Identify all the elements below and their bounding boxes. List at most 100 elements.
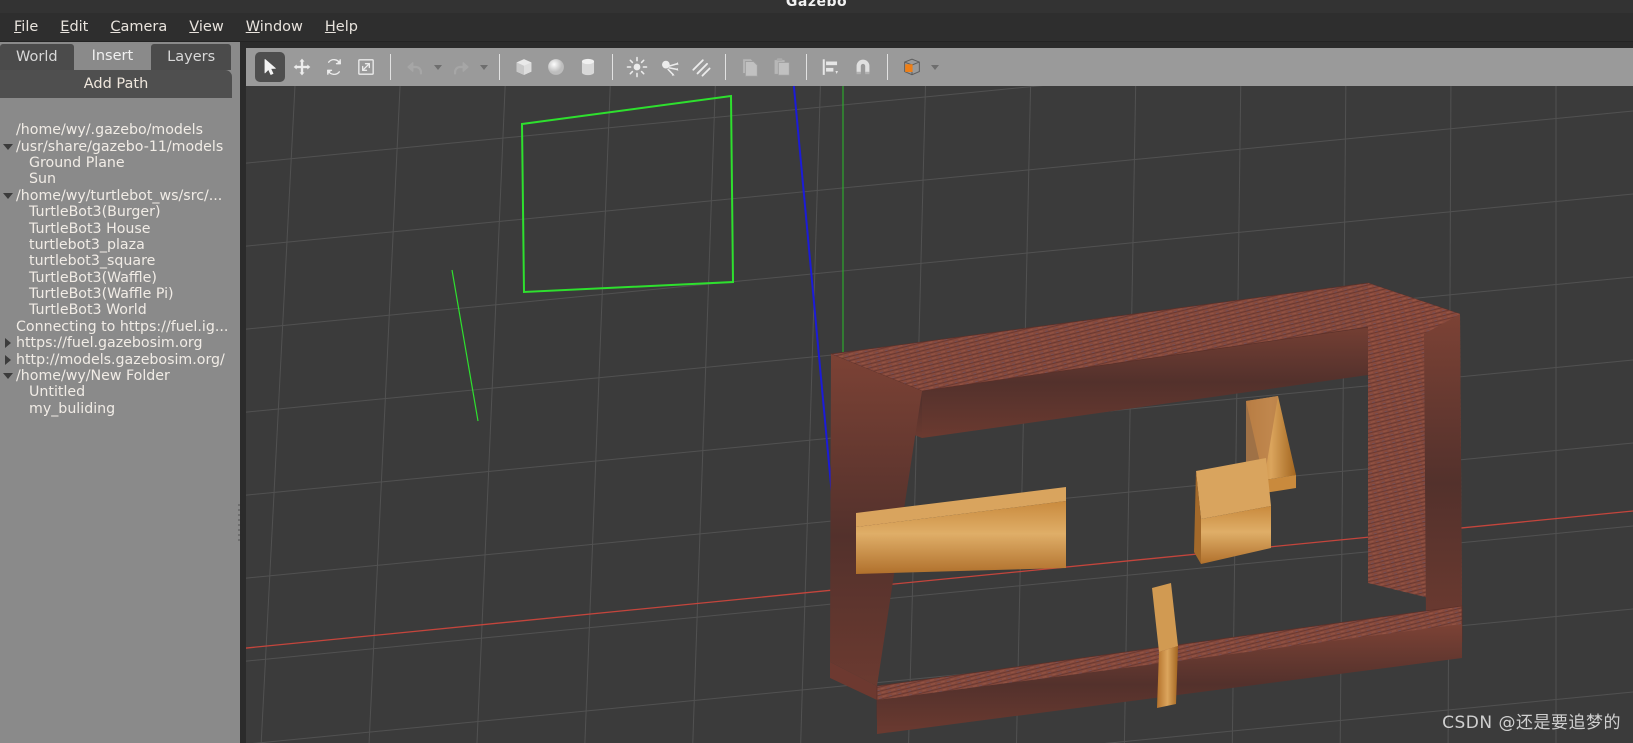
menu-item-label-rest: elp bbox=[335, 19, 358, 35]
chevron-down-glyph bbox=[3, 143, 13, 150]
menu-bar: File Edit Camera View Window Help bbox=[0, 13, 1633, 42]
tree-item-label: turtlebot3_square bbox=[29, 253, 156, 270]
directional-light-button[interactable] bbox=[686, 52, 716, 82]
chevron-down-icon[interactable] bbox=[0, 143, 16, 150]
menu-item-file[interactable]: File bbox=[3, 16, 49, 38]
tree-item[interactable]: TurtleBot3(Burger) bbox=[0, 204, 234, 220]
menu-mnemonic: W bbox=[245, 19, 260, 35]
model-tree[interactable]: /home/wy/.gazebo/models/usr/share/gazebo… bbox=[0, 104, 234, 743]
chevron-right-icon[interactable] bbox=[0, 354, 16, 365]
menu-mnemonic: V bbox=[189, 19, 199, 35]
undo-button[interactable] bbox=[400, 52, 430, 82]
caret-glyph bbox=[931, 64, 939, 70]
tree-item-label: Connecting to https://fuel.ig... bbox=[16, 318, 229, 335]
align-button[interactable] bbox=[816, 52, 846, 82]
tree-item[interactable]: turtlebot3_plaza bbox=[0, 237, 234, 253]
chevron-down-icon[interactable] bbox=[0, 373, 16, 380]
interior-partition-right-lower bbox=[1194, 458, 1271, 564]
toolbar-separator bbox=[887, 54, 888, 80]
tree-item-label: Untitled bbox=[29, 384, 86, 401]
menu-item-window[interactable]: Window bbox=[235, 16, 314, 38]
menu-item-camera[interactable]: Camera bbox=[99, 16, 178, 38]
tree-item[interactable]: /usr/share/gazebo-11/models bbox=[0, 138, 234, 155]
undo-icon bbox=[404, 56, 426, 78]
panel-tab-bar: World Insert Layers bbox=[0, 42, 234, 70]
directional-light-icon bbox=[690, 56, 712, 78]
tree-item[interactable]: TurtleBot3(Waffle Pi) bbox=[0, 286, 234, 302]
tree-item[interactable]: TurtleBot3 House bbox=[0, 220, 234, 237]
tree-item-label: my_buliding bbox=[29, 400, 116, 417]
menu-mnemonic: H bbox=[324, 19, 336, 35]
translate-move-button[interactable] bbox=[287, 52, 317, 82]
scene-render bbox=[246, 86, 1633, 743]
select-arrow-button[interactable] bbox=[255, 52, 285, 82]
tree-item[interactable]: Ground Plane bbox=[0, 155, 234, 171]
cylinder-shape-icon bbox=[577, 56, 599, 78]
tree-item-label: Ground Plane bbox=[29, 154, 125, 171]
menu-item-help[interactable]: Help bbox=[314, 16, 369, 38]
view-dropdown-caret[interactable] bbox=[928, 52, 942, 82]
menu-mnemonic: C bbox=[110, 19, 121, 35]
rotate-button[interactable] bbox=[319, 52, 349, 82]
tree-item[interactable]: http://models.gazebosim.org/ bbox=[0, 351, 234, 368]
point-light-button[interactable] bbox=[622, 52, 652, 82]
tree-item-label: TurtleBot3 World bbox=[29, 302, 147, 319]
tree-item[interactable]: turtlebot3_square bbox=[0, 253, 234, 269]
chevron-right-glyph bbox=[5, 354, 11, 365]
box-shape-button[interactable] bbox=[509, 52, 539, 82]
tree-item[interactable]: https://fuel.gazebosim.org bbox=[0, 335, 234, 351]
tree-item[interactable]: TurtleBot3 World bbox=[0, 302, 234, 318]
sphere-shape-button[interactable] bbox=[541, 52, 571, 82]
window-title-bar: Gazebo bbox=[0, 0, 1633, 13]
tree-item[interactable]: TurtleBot3(Waffle) bbox=[0, 270, 234, 286]
snap-magnet-button[interactable] bbox=[848, 52, 878, 82]
tree-item-label: /home/wy/.gazebo/models bbox=[16, 122, 203, 139]
menu-item-label-rest: indow bbox=[259, 19, 303, 35]
tab-world[interactable]: World bbox=[0, 44, 74, 70]
tree-item[interactable]: /home/wy/New Folder bbox=[0, 368, 234, 384]
scale-button[interactable] bbox=[351, 52, 381, 82]
tree-item-label: TurtleBot3(Waffle) bbox=[29, 269, 157, 286]
view-material-cube-button[interactable] bbox=[897, 52, 927, 82]
copy-icon bbox=[739, 56, 761, 78]
gazebo-window: Gazebo File Edit Camera View Window Help Worl… bbox=[0, 0, 1633, 743]
tree-item-label: /home/wy/New Folder bbox=[16, 368, 170, 385]
chevron-right-icon[interactable] bbox=[0, 338, 16, 349]
copy-button[interactable] bbox=[735, 52, 765, 82]
tree-item-label: TurtleBot3 House bbox=[29, 220, 151, 237]
redo-icon bbox=[450, 56, 472, 78]
point-light-icon bbox=[626, 56, 648, 78]
tree-item-label: Sun bbox=[29, 171, 56, 188]
menu-item-view[interactable]: View bbox=[178, 16, 234, 38]
scale-icon bbox=[356, 57, 376, 77]
cylinder-shape-button[interactable] bbox=[573, 52, 603, 82]
tree-item[interactable]: my_buliding bbox=[0, 401, 234, 417]
redo-dropdown-caret[interactable] bbox=[477, 52, 491, 82]
spot-light-icon bbox=[658, 56, 680, 78]
left-panel: World Insert Layers Add Path /home/wy/.gaz… bbox=[0, 42, 234, 743]
tree-item[interactable]: /home/wy/.gazebo/models bbox=[0, 122, 234, 138]
redo-button[interactable] bbox=[446, 52, 476, 82]
chevron-down-glyph bbox=[3, 192, 13, 199]
chevron-down-icon[interactable] bbox=[0, 192, 16, 199]
tab-layers[interactable]: Layers bbox=[151, 44, 232, 70]
select-arrow-icon bbox=[260, 57, 280, 77]
tree-item[interactable]: Untitled bbox=[0, 384, 234, 400]
toolbar-separator bbox=[806, 54, 807, 80]
spot-light-button[interactable] bbox=[654, 52, 684, 82]
tree-item-label: https://fuel.gazebosim.org bbox=[16, 335, 203, 352]
tree-item[interactable]: Connecting to https://fuel.ig... bbox=[0, 319, 234, 335]
menu-item-edit[interactable]: Edit bbox=[49, 16, 99, 38]
tree-item-label: http://models.gazebosim.org/ bbox=[16, 351, 225, 368]
window-title: Gazebo bbox=[785, 0, 848, 10]
tree-item-label: turtlebot3_plaza bbox=[29, 236, 145, 253]
rotate-icon bbox=[324, 57, 344, 77]
tree-item[interactable]: Sun bbox=[0, 171, 234, 187]
tab-insert[interactable]: Insert bbox=[75, 42, 150, 70]
add-path-button[interactable]: Add Path bbox=[0, 70, 232, 98]
render-viewport[interactable]: CSDN @还是要追梦的 bbox=[246, 86, 1633, 743]
tree-item[interactable]: /home/wy/turtlebot_ws/src/... bbox=[0, 188, 234, 204]
paste-button[interactable] bbox=[767, 52, 797, 82]
caret-glyph bbox=[434, 64, 442, 70]
undo-dropdown-caret[interactable] bbox=[431, 52, 445, 82]
